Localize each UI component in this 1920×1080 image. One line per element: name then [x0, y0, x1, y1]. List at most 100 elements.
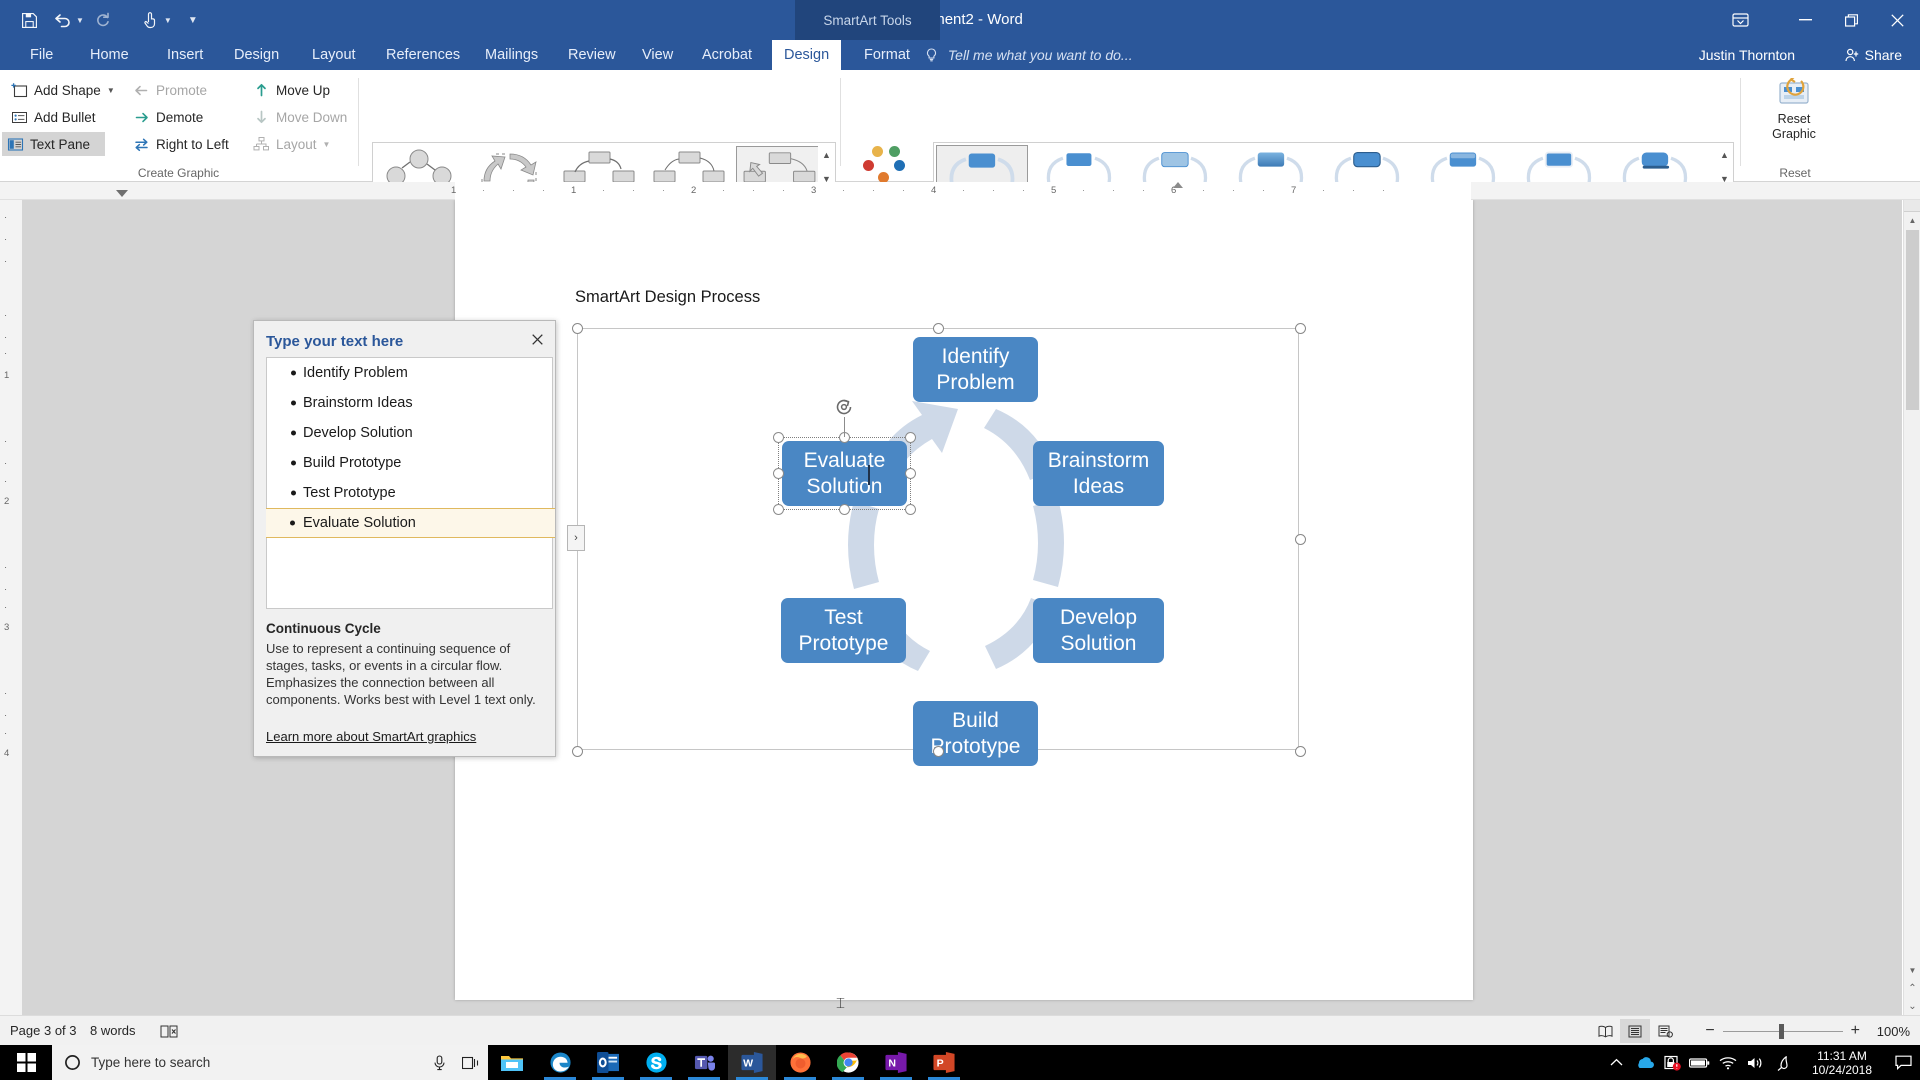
- task-view-icon[interactable]: [462, 1056, 480, 1070]
- resize-handle-w[interactable]: [773, 468, 784, 479]
- tell-me-search[interactable]: Tell me what you want to do...: [925, 40, 1133, 70]
- proofing-errors-icon[interactable]: [158, 1021, 180, 1041]
- zoom-slider-knob[interactable]: [1778, 1024, 1784, 1039]
- object-handle-e[interactable]: [1295, 534, 1306, 545]
- smartart-object-frame[interactable]: Identify Problem Brainstorm Ideas Develo…: [567, 323, 1306, 766]
- smartart-node-build-prototype[interactable]: Build Prototype: [913, 701, 1038, 766]
- word-count[interactable]: 8 words: [90, 1016, 136, 1046]
- smartart-node-identify-problem[interactable]: Identify Problem: [913, 337, 1038, 402]
- save-icon[interactable]: [12, 3, 46, 37]
- smartart-node-develop-solution[interactable]: Develop Solution: [1033, 598, 1164, 663]
- resize-handle-se[interactable]: [905, 504, 916, 515]
- onedrive-icon[interactable]: [1630, 1045, 1658, 1080]
- wifi-icon[interactable]: [1714, 1045, 1742, 1080]
- undo-icon[interactable]: [46, 3, 80, 37]
- text-pane-item-evaluate-solution[interactable]: Evaluate Solution: [266, 508, 555, 538]
- minus-icon[interactable]: −: [1705, 1023, 1714, 1039]
- tab-file[interactable]: File: [18, 40, 65, 70]
- quick-access-toolbar[interactable]: ▼ ▼ ▼: [12, 0, 200, 40]
- show-hidden-icons-icon[interactable]: [1602, 1045, 1630, 1080]
- close-icon[interactable]: [1874, 0, 1920, 40]
- tab-home[interactable]: Home: [78, 40, 141, 70]
- tab-acrobat[interactable]: Acrobat: [690, 40, 764, 70]
- system-tray[interactable]: 11:31 AM 10/24/2018: [1602, 1045, 1920, 1080]
- plus-icon[interactable]: +: [1851, 1023, 1860, 1039]
- document-page[interactable]: SmartArt Design Process Identify Problem…: [455, 200, 1473, 1012]
- smartart-node-test-prototype[interactable]: Test Prototype: [781, 598, 906, 663]
- zoom-level-label[interactable]: 100%: [1868, 1024, 1910, 1039]
- outlook-icon[interactable]: [584, 1045, 632, 1080]
- touch-mode-icon[interactable]: [134, 3, 168, 37]
- windows-start-icon[interactable]: [0, 1045, 52, 1080]
- pen-icon[interactable]: [1770, 1045, 1798, 1080]
- vertical-scrollbar[interactable]: ▲ ▼ ⌃ ⌄: [1903, 200, 1920, 1015]
- file-explorer-icon[interactable]: [488, 1045, 536, 1080]
- text-pane-item-develop-solution[interactable]: Develop Solution: [267, 418, 552, 448]
- text-pane-item-brainstorm-ideas[interactable]: Brainstorm Ideas: [267, 388, 552, 418]
- horizontal-ruler-track[interactable]: 1 1 2 3 4 5 6 7: [451, 182, 1471, 200]
- text-pane-item-build-prototype[interactable]: Build Prototype: [267, 448, 552, 478]
- microphone-icon[interactable]: [433, 1054, 446, 1071]
- zoom-controls[interactable]: − + 100%: [1705, 1016, 1910, 1046]
- rotate-handle-icon[interactable]: [834, 397, 854, 417]
- tab-smartart-format[interactable]: Format: [852, 40, 922, 70]
- styles-scroll-up-icon[interactable]: ▲: [1716, 143, 1733, 167]
- tab-review[interactable]: Review: [556, 40, 628, 70]
- web-layout-icon[interactable]: [1650, 1019, 1680, 1043]
- tab-layout[interactable]: Layout: [300, 40, 368, 70]
- read-mode-icon[interactable]: [1590, 1019, 1620, 1043]
- powerpoint-icon[interactable]: P: [920, 1045, 968, 1080]
- chrome-icon[interactable]: [824, 1045, 872, 1080]
- tab-design[interactable]: Design: [222, 40, 291, 70]
- chevron-right-icon[interactable]: ›: [567, 525, 585, 551]
- hanging-indent-marker[interactable]: [1173, 182, 1183, 188]
- tab-references[interactable]: References: [374, 40, 472, 70]
- view-mode-buttons[interactable]: [1590, 1016, 1680, 1046]
- object-handle-n[interactable]: [933, 323, 944, 334]
- add-shape-dropdown-icon[interactable]: ▼: [107, 86, 115, 95]
- split-window-handle[interactable]: [1904, 200, 1920, 212]
- print-layout-icon[interactable]: [1620, 1019, 1650, 1043]
- redo-icon[interactable]: [86, 3, 120, 37]
- tab-view[interactable]: View: [630, 40, 685, 70]
- object-handle-s[interactable]: [933, 746, 944, 757]
- restore-icon[interactable]: [1828, 0, 1874, 40]
- vertical-ruler[interactable]: · · · 1 2 3 4 · · · · · · · · · · · ·: [0, 200, 22, 1015]
- text-pane-item-test-prototype[interactable]: Test Prototype: [267, 478, 552, 508]
- zoom-slider[interactable]: [1722, 1021, 1843, 1041]
- share-button[interactable]: Share: [1845, 40, 1902, 70]
- add-shape-button[interactable]: Add Shape ▼: [6, 78, 126, 102]
- word-icon[interactable]: W: [728, 1045, 776, 1080]
- object-handle-se[interactable]: [1295, 746, 1306, 757]
- security-alert-icon[interactable]: [1658, 1045, 1686, 1080]
- ribbon-display-options-icon[interactable]: [1720, 0, 1760, 40]
- reset-graphic-button[interactable]: Reset Graphic: [1755, 78, 1833, 158]
- text-pane-list[interactable]: Identify Problem Brainstorm Ideas Develo…: [266, 357, 555, 609]
- add-bullet-button[interactable]: Add Bullet: [6, 105, 116, 129]
- close-icon[interactable]: [527, 329, 547, 349]
- resize-handle-sw[interactable]: [773, 504, 784, 515]
- right-to-left-button[interactable]: Right to Left: [128, 132, 248, 156]
- skype-icon[interactable]: [632, 1045, 680, 1080]
- tab-insert[interactable]: Insert: [155, 40, 215, 70]
- first-line-indent-marker[interactable]: [116, 190, 128, 197]
- action-center-icon[interactable]: [1886, 1045, 1920, 1080]
- smartart-text-pane[interactable]: Type your text here Identify Problem Bra…: [253, 320, 556, 757]
- object-handle-sw[interactable]: [572, 746, 583, 757]
- resize-handle-ne[interactable]: [905, 432, 916, 443]
- onenote-icon[interactable]: N: [872, 1045, 920, 1080]
- horizontal-ruler[interactable]: 1 1 2 3 4 5 6 7: [0, 182, 1920, 214]
- search-input[interactable]: Type here to search: [52, 1045, 488, 1080]
- smartart-node-brainstorm-ideas[interactable]: Brainstorm Ideas: [1033, 441, 1164, 506]
- tab-smartart-design[interactable]: Design: [772, 40, 842, 70]
- teams-icon[interactable]: [680, 1045, 728, 1080]
- move-up-button[interactable]: Move Up: [248, 78, 348, 102]
- customize-qat-icon[interactable]: ▼: [188, 15, 198, 26]
- object-handle-ne[interactable]: [1295, 323, 1306, 334]
- text-pane-button[interactable]: Text Pane: [2, 132, 105, 156]
- clock[interactable]: 11:31 AM 10/24/2018: [1798, 1045, 1886, 1080]
- resize-handle-e[interactable]: [905, 468, 916, 479]
- scroll-up-icon[interactable]: ▲: [1904, 212, 1920, 229]
- object-handle-nw[interactable]: [572, 323, 583, 334]
- scrollbar-thumb[interactable]: [1906, 230, 1919, 410]
